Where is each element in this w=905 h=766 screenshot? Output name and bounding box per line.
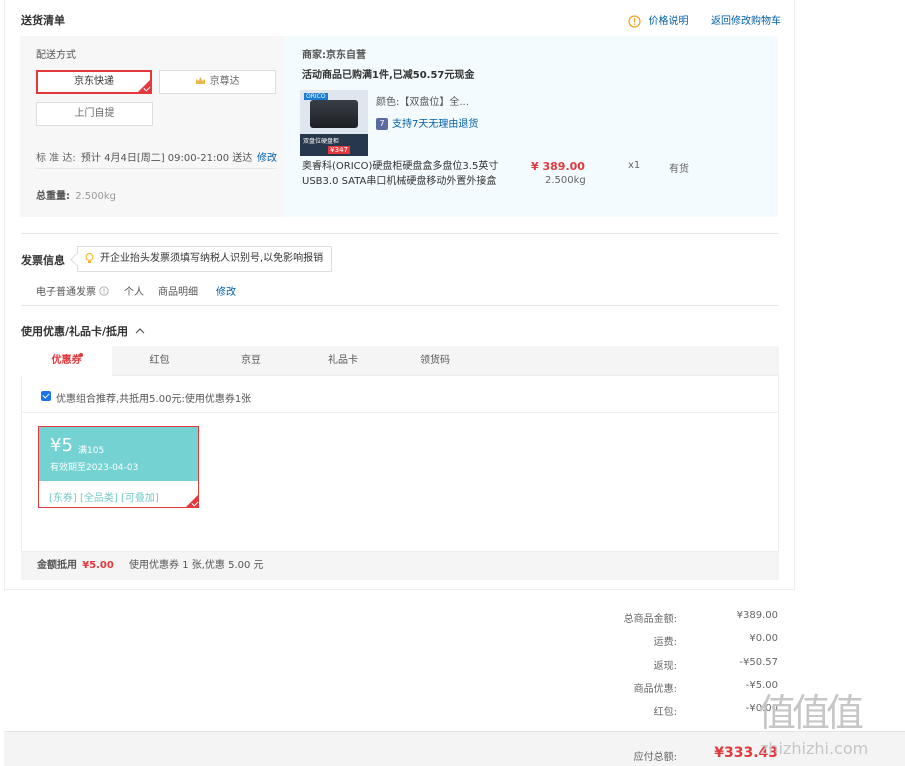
new-dot	[79, 353, 83, 357]
chevron-up-icon	[135, 328, 145, 334]
divider	[21, 305, 778, 306]
divider	[21, 233, 778, 234]
product-stock: 有货	[669, 164, 689, 175]
coupon-summary: 金额抵用 ¥5.00 使用优惠券 1 张,优惠 5.00 元	[21, 552, 779, 580]
ship-option-jingzunda[interactable]: 京尊达	[159, 70, 276, 94]
price-info-link[interactable]: 价格说明	[628, 12, 689, 28]
product-color: 颜色:【双盘位】全...	[376, 97, 469, 108]
merchant-label: 商家:京东自营	[302, 50, 366, 61]
invoice-type: 电子普通发票	[36, 283, 109, 298]
coupon-tags: [东券] [全品类] [可叠加]	[49, 493, 159, 504]
ship-option-pickup[interactable]: 上门自提	[36, 102, 153, 126]
seven-day-return-icon: 7	[376, 118, 388, 130]
site-watermark-logo: 值值值	[758, 691, 864, 735]
schedule-value: 预计 4月4日[周二] 09:00-21:00 送达	[80, 153, 253, 164]
schedule-row: 标 准 达: 预计 4月4日[周二] 09:00-21:00 送达	[36, 153, 253, 164]
crown-icon	[196, 77, 206, 84]
cashback-label: 返现:	[653, 661, 677, 672]
help-icon[interactable]	[99, 286, 109, 296]
back-to-cart-link[interactable]: 返回修改购物车	[711, 12, 781, 27]
ship-option-jd-express[interactable]: 京东快递	[36, 70, 152, 94]
divider	[36, 168, 276, 169]
coupon-expire: 有效期至2023-04-03	[50, 463, 139, 473]
product-name[interactable]: 奥睿科(ORICO)硬盘柜硬盘盒多盘位3.5英寸 USB3.0 SATA串口机械…	[302, 159, 498, 189]
schedule-edit-link[interactable]: 修改	[257, 149, 277, 164]
invoice-title: 发票信息	[21, 254, 65, 267]
product-weight: 2.500kg	[545, 175, 586, 186]
total-goods-value: ¥389.00	[736, 610, 778, 621]
coupon-condition: 满105	[78, 446, 105, 456]
coupon-card[interactable]: ¥5 满105 有效期至2023-04-03 [东券] [全品类] [可叠加]	[38, 426, 199, 508]
weight-row: 总重量: 2.500kg	[36, 191, 116, 202]
delivery-title: 送货清单	[21, 14, 65, 27]
selected-check-icon	[138, 80, 150, 92]
recommend-checkbox[interactable]	[41, 391, 51, 401]
coupon-summary-detail: 使用优惠券 1 张,优惠 5.00 元	[129, 560, 264, 571]
recommend-text: 优惠组合推荐,共抵用5.00元:使用优惠券1张	[56, 394, 252, 405]
tab-gift-card[interactable]: 礼品卡	[295, 346, 391, 376]
divider	[22, 412, 778, 413]
red-packet-label: 红包:	[653, 707, 677, 718]
invoice-person: 个人	[124, 287, 144, 298]
tab-red-packet[interactable]: 红包	[112, 346, 207, 376]
invoice-edit-link[interactable]: 修改	[216, 283, 236, 298]
return-policy[interactable]: 7 支持7天无理由退货	[376, 115, 478, 130]
coupon-tabs: 优惠券 红包 京豆 礼品卡 领货码	[21, 346, 779, 376]
discount-label: 商品优惠:	[633, 684, 677, 695]
coupon-summary-amount: ¥5.00	[82, 560, 114, 571]
selected-check-icon	[186, 495, 198, 507]
promo-text: 活动商品已购满1件,已减50.57元现金	[302, 70, 475, 81]
lightbulb-icon	[85, 253, 94, 263]
tab-redeem-code[interactable]: 领货码	[391, 346, 479, 376]
shipping-value: ¥0.00	[749, 633, 778, 644]
shipping-label: 运费:	[653, 637, 677, 648]
product-box-shape	[310, 100, 358, 128]
cashback-value: -¥50.57	[739, 657, 778, 668]
tab-coupon[interactable]: 优惠券	[21, 346, 112, 376]
invoice-detail: 商品明细	[158, 287, 198, 298]
product-price: ¥ 389.00	[531, 160, 585, 173]
coupon-amount: ¥5	[50, 435, 73, 456]
info-icon	[628, 14, 641, 28]
product-image[interactable]: ORICO 双盘位硬盘柜 ¥347	[300, 90, 368, 156]
total-goods-label: 总商品金额:	[623, 614, 677, 625]
ship-method-label: 配送方式	[36, 50, 76, 61]
site-watermark-domain: zhizhizhi.com	[760, 739, 869, 758]
payable-label: 应付总额:	[633, 752, 677, 763]
invoice-tip: 开企业抬头发票须填写纳税人识别号,以免影响报销	[77, 246, 333, 272]
coupon-section-toggle[interactable]: 使用优惠/礼品卡/抵用	[21, 323, 145, 339]
tab-jingdou[interactable]: 京豆	[207, 346, 295, 376]
product-qty: x1	[628, 160, 641, 171]
